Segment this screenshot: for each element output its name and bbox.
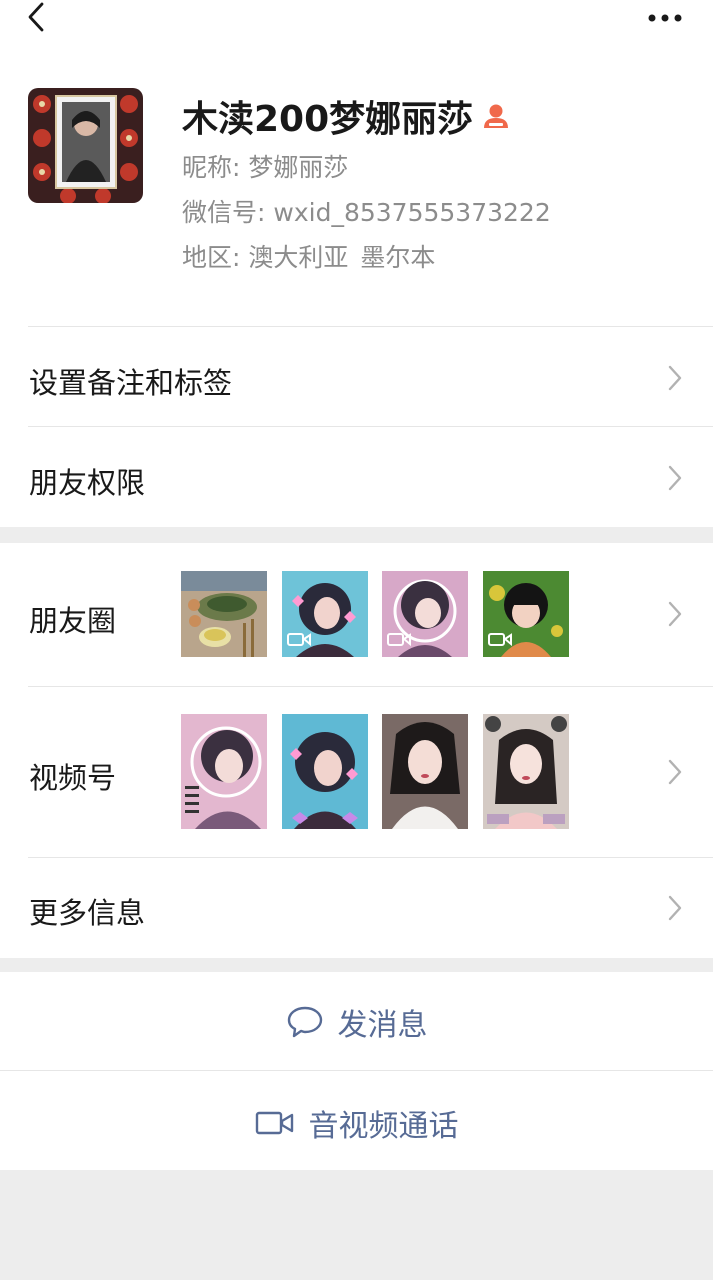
divider	[28, 426, 713, 427]
more-dots-icon[interactable]	[644, 4, 688, 28]
avatar[interactable]	[28, 88, 143, 203]
display-name: 木渎200梦娜丽莎	[182, 99, 474, 140]
divider	[28, 857, 713, 858]
divider	[0, 1070, 713, 1071]
channels-thumbnail[interactable]	[382, 714, 468, 829]
avatar-image	[28, 88, 143, 203]
moments-thumbnail[interactable]	[483, 571, 569, 657]
divider	[28, 686, 713, 687]
video-call-button[interactable]: 音视频通话	[0, 1075, 713, 1171]
chat-bubble-icon	[287, 1006, 322, 1038]
nickname-value: 梦娜丽莎	[248, 153, 349, 182]
friend-permissions-row[interactable]: 朋友权限	[29, 460, 145, 502]
person-badge-icon	[484, 104, 509, 128]
divider	[28, 326, 713, 327]
region-city: 墨尔本	[360, 243, 436, 272]
region-country: 澳大利亚	[248, 243, 349, 272]
region-label: 地区:	[182, 243, 241, 272]
chevron-right-icon	[668, 465, 682, 491]
moments-thumbnail[interactable]	[181, 571, 267, 657]
video-camera-icon	[255, 1111, 293, 1135]
chevron-right-icon	[668, 759, 682, 785]
nickname-line: 昵称: 梦娜丽莎	[182, 148, 348, 184]
wechat-id-label: 微信号:	[182, 198, 266, 227]
name-row: 木渎200梦娜丽莎	[182, 92, 511, 140]
moments-row[interactable]: 朋友圈	[29, 598, 116, 640]
channels-thumbnail[interactable]	[181, 714, 267, 829]
nickname-label: 昵称:	[182, 153, 241, 182]
wechat-id-line: 微信号: wxid_8537555373222	[182, 193, 551, 229]
back-arrow-icon[interactable]	[22, 0, 52, 36]
send-message-button[interactable]: 发消息	[0, 974, 713, 1070]
channels-row[interactable]: 视频号	[29, 755, 116, 797]
region-line: 地区: 澳大利亚 墨尔本	[182, 238, 435, 274]
remarks-tags-row[interactable]: 设置备注和标签	[29, 360, 232, 402]
video-call-label: 音视频通话	[308, 1109, 459, 1144]
moments-thumbnail[interactable]	[382, 571, 468, 657]
wechat-id-value[interactable]: wxid_8537555373222	[273, 198, 550, 227]
send-message-label: 发消息	[337, 1008, 428, 1043]
moments-thumbnail[interactable]	[282, 571, 368, 657]
more-info-row[interactable]: 更多信息	[29, 890, 145, 932]
chevron-right-icon	[668, 895, 682, 921]
chevron-right-icon	[668, 601, 682, 627]
channels-thumbnail[interactable]	[483, 714, 569, 829]
channels-thumbnail[interactable]	[282, 714, 368, 829]
chevron-right-icon	[668, 365, 682, 391]
